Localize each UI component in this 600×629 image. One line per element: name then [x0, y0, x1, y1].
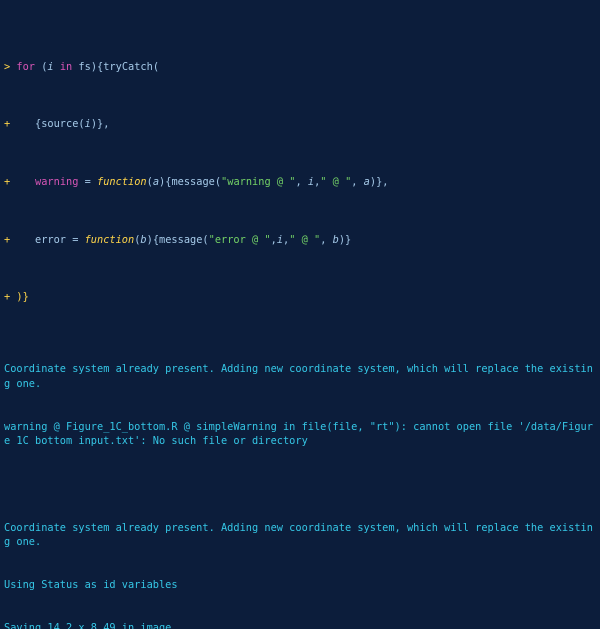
- kw-for: for: [16, 61, 35, 73]
- msg-coord-1: Coordinate system already present. Addin…: [4, 362, 596, 391]
- prompt: >: [4, 61, 16, 73]
- input-line-2: + {source(i)},: [4, 117, 596, 131]
- input-line-1: > for (i in fs){tryCatch(: [4, 60, 596, 74]
- msg-coord-2: Coordinate system already present. Addin…: [4, 521, 596, 550]
- warn-figure-1c: warning @ Figure_1C_bottom.R @ simpleWar…: [4, 420, 596, 449]
- input-line-5: + )}: [4, 290, 596, 304]
- input-line-4: + error = function(b){message("error @ "…: [4, 233, 596, 247]
- blank: [4, 477, 596, 491]
- msg-save-1: Saving 14.2 x 8.49 in image: [4, 621, 596, 629]
- input-line-3: + warning = function(a){message("warning…: [4, 175, 596, 189]
- r-terminal[interactable]: > for (i in fs){tryCatch( + {source(i)},…: [0, 0, 600, 629]
- msg-status-1: Using Status as id variables: [4, 578, 596, 592]
